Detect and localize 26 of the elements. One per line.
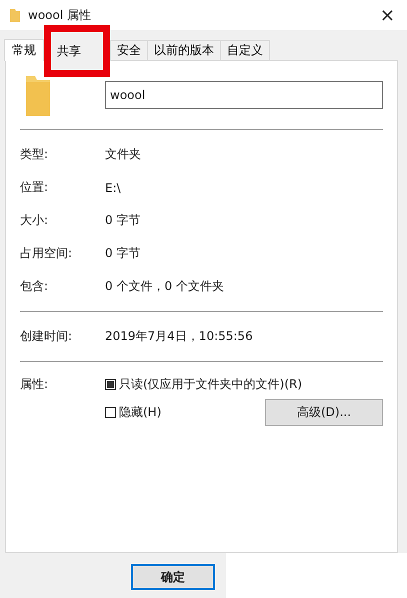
- field-value: 0 个文件，0 个文件夹: [105, 278, 224, 295]
- tab[interactable]: 常规: [4, 39, 44, 61]
- advanced-button[interactable]: 高级(D)...: [265, 399, 383, 426]
- field-label: 创建时间:: [20, 328, 74, 345]
- checkbox[interactable]: 只读(仅应用于文件夹中的文件)(R): [105, 376, 383, 393]
- close-button[interactable]: ×: [376, 4, 399, 26]
- field-label: 占用空间:: [20, 245, 74, 262]
- window-title: woool 属性: [28, 6, 92, 24]
- field-value: 文件夹: [105, 146, 141, 163]
- tab[interactable]: 自定义: [220, 40, 270, 60]
- field-label: 包含:: [20, 278, 50, 295]
- field-value: 0 字节: [105, 245, 140, 262]
- field-value: 0 字节: [105, 212, 140, 229]
- folder-icon: [10, 8, 20, 22]
- name-field[interactable]: woool: [105, 81, 383, 109]
- field-label: 位置:: [20, 179, 50, 196]
- folder-icon: [26, 74, 50, 116]
- field-label: 属性:: [20, 376, 50, 393]
- field-value: E:\: [105, 180, 121, 194]
- field-label: 类型:: [20, 146, 50, 163]
- field-label: 大小:: [20, 212, 50, 229]
- checkbox[interactable]: 隐藏(H): [105, 404, 265, 421]
- tab[interactable]: 共享: [44, 25, 110, 77]
- ok-button[interactable]: 确定: [131, 564, 215, 590]
- field-value: 2019年7月4日，10:55:56: [105, 328, 253, 345]
- tab[interactable]: 安全: [110, 40, 148, 60]
